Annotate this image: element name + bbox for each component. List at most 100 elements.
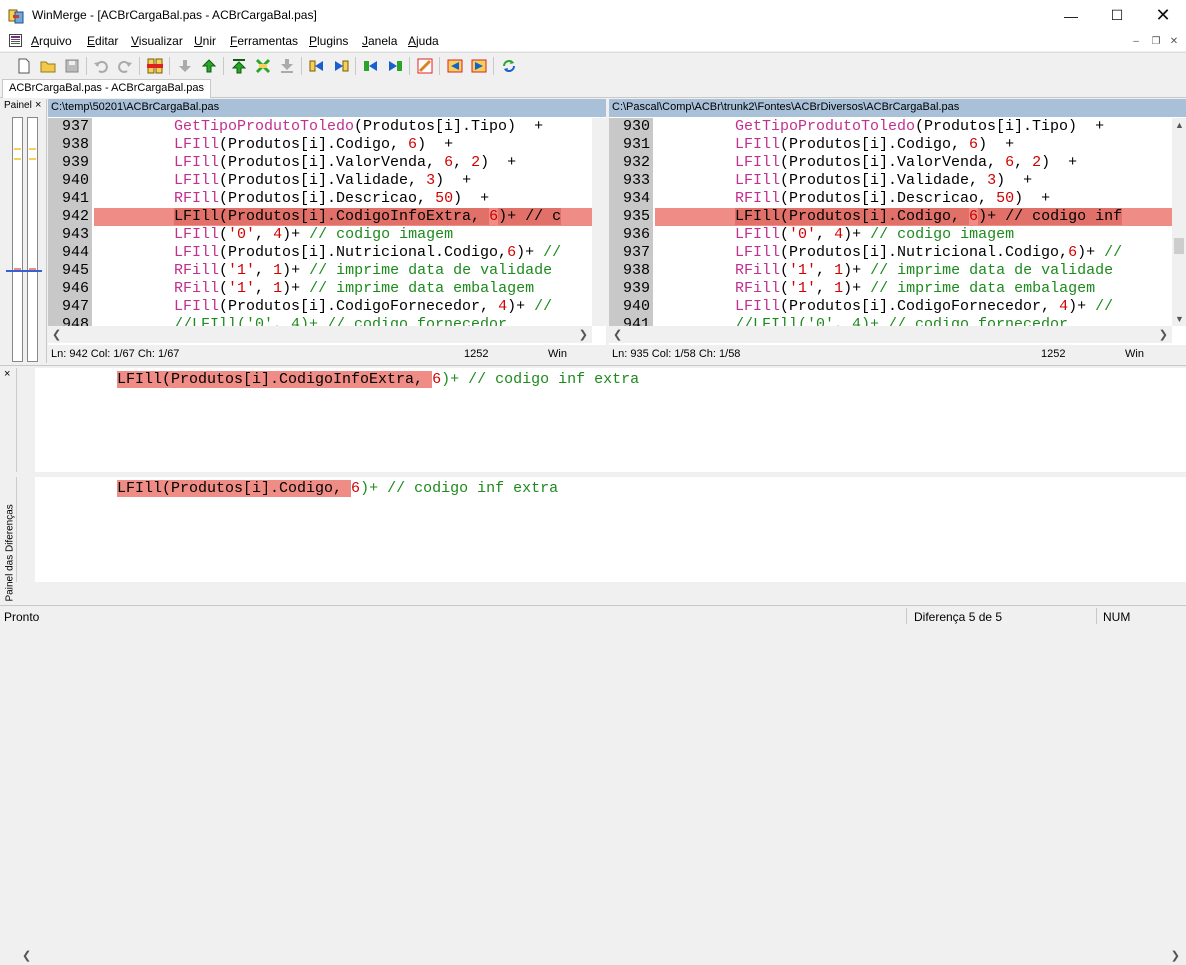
code-line[interactable]: 943 LFIll('0', 4)+ // codigo imagem: [48, 226, 592, 244]
refresh-icon[interactable]: [499, 56, 519, 76]
document-menu-icon[interactable]: [9, 34, 22, 47]
copy-right-advance-icon[interactable]: [361, 56, 381, 76]
code-line[interactable]: 938 LFIll(Produtos[i].Codigo, 6) +: [48, 136, 592, 154]
line-code: LFIll('0', 4)+ // codigo imagem: [655, 226, 1172, 244]
menu-plugins[interactable]: Plugins: [309, 34, 348, 48]
current-diff-icon[interactable]: [253, 56, 273, 76]
line-code: LFIll(Produtos[i].Validade, 3) +: [655, 172, 1172, 190]
left-file-pane[interactable]: C:\temp\50201\ACBrCargaBal.pas 937 GetTip…: [48, 99, 606, 345]
code-token: )+: [282, 226, 310, 243]
location-bar-right[interactable]: [27, 117, 38, 362]
menu-unir[interactable]: Unir: [194, 34, 216, 48]
scroll-right-arrow-icon[interactable]: ❯: [1159, 328, 1168, 341]
menu-ajuda[interactable]: Ajuda: [408, 34, 439, 48]
diff-top-view[interactable]: LFIll(Produtos[i].CodigoInfoExtra, 6)+ /…: [16, 368, 1186, 472]
left-pane-status: Ln: 942 Col: 1/67 Ch: 1/67 1252 Win: [48, 345, 606, 363]
code-line[interactable]: 936 LFIll('0', 4)+ // codigo imagem: [609, 226, 1172, 244]
edit-options-icon[interactable]: [415, 56, 435, 76]
diff-bottom-view[interactable]: LFIll(Produtos[i].Codigo, 6)+ // codigo …: [16, 477, 1186, 582]
winmerge-app-icon[interactable]: [8, 8, 24, 24]
code-line[interactable]: 937 GetTipoProdutoToledo(Produtos[i].Tipo…: [48, 118, 592, 136]
code-line[interactable]: 935 LFIll(Produtos[i].Codigo, 6)+ // codi…: [609, 208, 1172, 226]
menu-editar[interactable]: Editar: [87, 34, 118, 48]
copy-left-icon[interactable]: [331, 56, 351, 76]
diff-horizontal-scrollbar[interactable]: ❮ ❯: [16, 947, 1186, 965]
save-icon[interactable]: [62, 56, 82, 76]
code-line[interactable]: 942 LFIll(Produtos[i].CodigoInfoExtra, 6)…: [48, 208, 592, 226]
code-line[interactable]: 938 RFill('1', 1)+ // imprime data de val…: [609, 262, 1172, 280]
code-line[interactable]: 941 //LFIll('0', 4)+ // codigo fornecedor: [609, 316, 1172, 326]
maximize-button[interactable]: ☐: [1094, 0, 1140, 31]
code-line[interactable]: 946 RFill('1', 1)+ // imprime data embala…: [48, 280, 592, 298]
code-line[interactable]: 944 LFIll(Produtos[i].Nutricional.Codigo,…: [48, 244, 592, 262]
code-line[interactable]: 939 LFIll(Produtos[i].ValorVenda, 6, 2) +: [48, 154, 592, 172]
status-text: Pronto: [4, 610, 40, 624]
menu-visualizar[interactable]: Visualizar: [131, 34, 183, 48]
code-token: 2: [471, 154, 481, 171]
code-token: LFIll: [735, 136, 781, 153]
code-line[interactable]: 932 LFIll(Produtos[i].ValorVenda, 6, 2) +: [609, 154, 1172, 172]
mdi-restore-button[interactable]: ❐: [1148, 33, 1164, 49]
redo-icon[interactable]: [115, 56, 135, 76]
scroll-thumb[interactable]: [1174, 238, 1184, 254]
new-file-icon[interactable]: [14, 56, 34, 76]
line-number: 931: [609, 136, 653, 154]
toolbar-separator: [223, 57, 224, 75]
close-window-button[interactable]: ✕: [1140, 0, 1186, 31]
next-diff-disabled-icon[interactable]: [175, 56, 195, 76]
mdi-close-button[interactable]: ✕: [1166, 33, 1182, 49]
right-code-lines[interactable]: 930 GetTipoProdutoToledo(Produtos[i].Tipo…: [609, 118, 1172, 326]
line-number: 940: [48, 172, 92, 190]
code-line[interactable]: 933 LFIll(Produtos[i].Validade, 3) +: [609, 172, 1172, 190]
left-vertical-scrollbar[interactable]: [592, 118, 606, 326]
right-horizontal-scrollbar[interactable]: ❮ ❯: [609, 326, 1172, 343]
tab-document[interactable]: ACBrCargaBal.pas - ACBrCargaBal.pas: [2, 79, 212, 98]
code-token: (Produtos[i].CodigoFornecedor,: [780, 298, 1060, 315]
code-token: 2: [1032, 154, 1042, 171]
code-line[interactable]: 948 //LFIll('0', 4)+ // codigo fornecedor: [48, 316, 592, 326]
menu-arquivo[interactable]: Arquivo: [31, 34, 72, 48]
code-line[interactable]: 947 LFIll(Produtos[i].CodigoFornecedor, 4…: [48, 298, 592, 316]
code-line[interactable]: 940 LFIll(Produtos[i].Validade, 3) +: [48, 172, 592, 190]
scroll-left-arrow-icon[interactable]: ❮: [613, 328, 622, 341]
right-vertical-scrollbar[interactable]: ▲ ▼: [1172, 118, 1186, 326]
code-line[interactable]: 934 RFIll(Produtos[i].Descricao, 50) +: [609, 190, 1172, 208]
diff-pane-close-icon[interactable]: ×: [4, 368, 10, 380]
line-code: GetTipoProdutoToledo(Produtos[i].Tipo) +: [94, 118, 592, 136]
code-line[interactable]: 941 RFIll(Produtos[i].Descricao, 50) +: [48, 190, 592, 208]
code-line[interactable]: 940 LFIll(Produtos[i].CodigoFornecedor, 4…: [609, 298, 1172, 316]
code-line[interactable]: 931 LFIll(Produtos[i].Codigo, 6) +: [609, 136, 1172, 154]
location-pane-close-icon[interactable]: ×: [35, 99, 41, 111]
line-number: 932: [609, 154, 653, 172]
scroll-left-arrow-icon[interactable]: ❮: [22, 949, 31, 962]
open-folder-icon[interactable]: [38, 56, 58, 76]
scroll-left-arrow-icon[interactable]: ❮: [52, 328, 61, 341]
copy-left-advance-icon[interactable]: [385, 56, 405, 76]
copy-all-right-icon[interactable]: [445, 56, 465, 76]
copy-right-icon[interactable]: [307, 56, 327, 76]
menu-ferramentas[interactable]: Ferramentas: [230, 34, 298, 48]
left-horizontal-scrollbar[interactable]: ❮ ❯: [48, 326, 592, 343]
code-line[interactable]: 939 RFill('1', 1)+ // imprime data embala…: [609, 280, 1172, 298]
location-bar-left[interactable]: [12, 117, 23, 362]
left-code-lines[interactable]: 937 GetTipoProdutoToledo(Produtos[i].Tipo…: [48, 118, 592, 326]
copy-all-left-icon[interactable]: [469, 56, 489, 76]
prev-diff-icon[interactable]: [199, 56, 219, 76]
last-diff-disabled-icon[interactable]: [277, 56, 297, 76]
code-token: '1': [789, 262, 817, 279]
menu-janela[interactable]: Janela: [362, 34, 397, 48]
right-file-pane[interactable]: C:\Pascal\Comp\ACBr\trunk2\Fontes\ACBrDi…: [609, 99, 1186, 345]
scroll-up-arrow-icon[interactable]: ▲: [1175, 120, 1184, 130]
mdi-minimize-button[interactable]: –: [1128, 33, 1144, 49]
code-line[interactable]: 930 GetTipoProdutoToledo(Produtos[i].Tipo…: [609, 118, 1172, 136]
undo-icon[interactable]: [91, 56, 111, 76]
code-token: 3: [426, 172, 436, 189]
compare-icon[interactable]: [145, 56, 165, 76]
code-line[interactable]: 945 RFill('1', 1)+ // imprime data de val…: [48, 262, 592, 280]
scroll-right-arrow-icon[interactable]: ❯: [1171, 949, 1180, 962]
scroll-down-arrow-icon[interactable]: ▼: [1175, 314, 1184, 324]
code-line[interactable]: 937 LFIll(Produtos[i].Nutricional.Codigo,…: [609, 244, 1172, 262]
first-diff-icon[interactable]: [229, 56, 249, 76]
scroll-right-arrow-icon[interactable]: ❯: [579, 328, 588, 341]
minimize-button[interactable]: —: [1048, 0, 1094, 31]
